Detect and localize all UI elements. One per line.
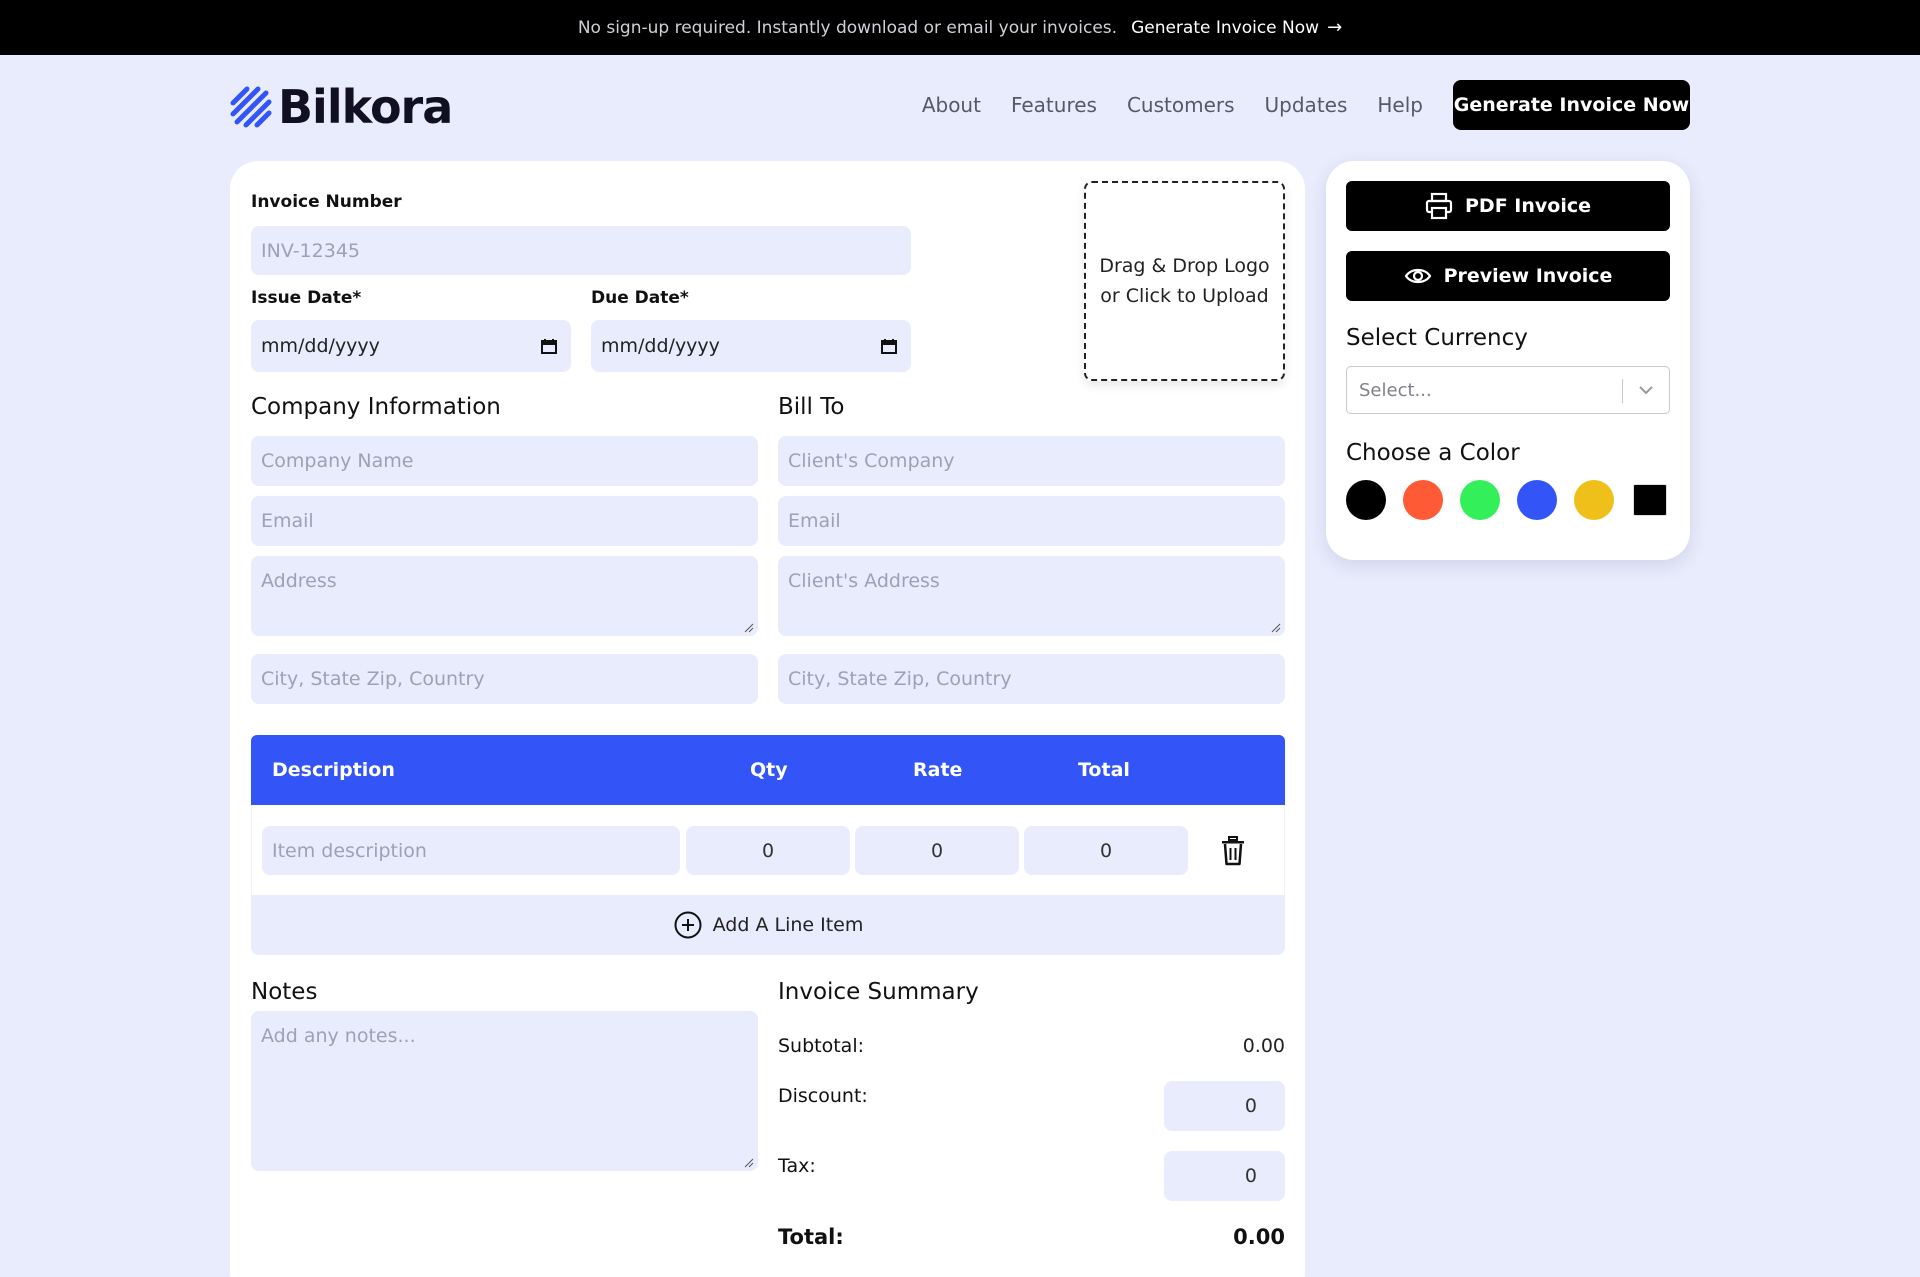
currency-select-placeholder: Select... bbox=[1359, 379, 1432, 401]
chevron-down-icon[interactable] bbox=[1637, 381, 1655, 399]
client-email-placeholder: Email bbox=[788, 510, 841, 532]
due-date-label: Due Date* bbox=[591, 288, 689, 308]
client-email-input[interactable]: Email bbox=[778, 496, 1285, 546]
company-info-heading: Company Information bbox=[251, 394, 501, 420]
eye-icon bbox=[1404, 268, 1431, 284]
nav-link-help[interactable]: Help bbox=[1377, 93, 1423, 117]
client-address-placeholder: Client's Address bbox=[788, 570, 940, 592]
issue-date-input[interactable]: mm/dd/yyyy bbox=[251, 320, 571, 372]
item-description-input[interactable]: Item description bbox=[262, 826, 680, 875]
issue-date-placeholder: mm/dd/yyyy bbox=[261, 335, 380, 357]
brand-logo[interactable]: Bilkora bbox=[230, 80, 453, 134]
notes-heading: Notes bbox=[251, 979, 318, 1005]
notes-placeholder: Add any notes... bbox=[261, 1025, 416, 1047]
item-description-placeholder: Item description bbox=[272, 839, 427, 862]
announcement-cta-link[interactable]: Generate Invoice Now → bbox=[1131, 17, 1342, 38]
total-label: Total: bbox=[778, 1225, 844, 1249]
announcement-cta-label: Generate Invoice Now bbox=[1131, 17, 1320, 38]
item-rate-input[interactable]: 0 bbox=[855, 826, 1019, 875]
item-total-value: 0 bbox=[1099, 839, 1113, 862]
tax-input[interactable]: 0 bbox=[1164, 1151, 1285, 1201]
plus-circle-icon bbox=[674, 911, 702, 939]
logo-upload-text: Drag & Drop Logo or Click to Upload bbox=[1099, 255, 1270, 307]
discount-input[interactable]: 0 bbox=[1164, 1081, 1285, 1131]
invoice-number-label: Invoice Number bbox=[251, 192, 402, 212]
client-city-input[interactable]: City, State Zip, Country bbox=[778, 654, 1285, 704]
column-header-total: Total bbox=[1078, 759, 1130, 781]
nav-link-features[interactable]: Features bbox=[1011, 93, 1097, 117]
item-qty-input[interactable]: 0 bbox=[686, 826, 850, 875]
arrow-right-icon: → bbox=[1327, 17, 1343, 38]
company-email-placeholder: Email bbox=[261, 510, 314, 532]
issue-date-label: Issue Date* bbox=[251, 288, 362, 308]
company-city-placeholder: City, State Zip, Country bbox=[261, 668, 485, 690]
discount-label: Discount: bbox=[778, 1085, 868, 1107]
announcement-bar: No sign-up required. Instantly download … bbox=[0, 0, 1920, 55]
color-swatch-black[interactable] bbox=[1346, 480, 1386, 520]
striped-diamond-logo-icon bbox=[230, 86, 272, 128]
column-header-qty: Qty bbox=[750, 759, 788, 781]
company-email-input[interactable]: Email bbox=[251, 496, 758, 546]
invoice-summary-heading: Invoice Summary bbox=[778, 979, 979, 1005]
select-currency-heading: Select Currency bbox=[1346, 325, 1528, 351]
logo-upload-dropzone[interactable]: Drag & Drop Logo or Click to Upload bbox=[1084, 181, 1285, 381]
item-total-field: 0 bbox=[1024, 826, 1188, 875]
nav-link-updates[interactable]: Updates bbox=[1265, 93, 1348, 117]
client-company-placeholder: Client's Company bbox=[788, 450, 955, 472]
announcement-text: No sign-up required. Instantly download … bbox=[577, 17, 1118, 38]
subtotal-value: 0.00 bbox=[1242, 1035, 1285, 1057]
add-line-item-button[interactable]: Add A Line Item bbox=[251, 895, 1285, 955]
client-city-placeholder: City, State Zip, Country bbox=[788, 668, 1012, 690]
trash-icon[interactable] bbox=[1220, 836, 1246, 866]
item-qty-value: 0 bbox=[761, 839, 775, 862]
company-address-textarea[interactable]: Address bbox=[251, 556, 758, 636]
due-date-input[interactable]: mm/dd/yyyy bbox=[591, 320, 911, 372]
custom-color-picker[interactable] bbox=[1633, 484, 1667, 516]
company-name-input[interactable]: Company Name bbox=[251, 436, 758, 486]
color-swatch-orange[interactable] bbox=[1403, 480, 1443, 520]
color-swatch-blue[interactable] bbox=[1517, 480, 1557, 520]
company-address-placeholder: Address bbox=[261, 570, 337, 592]
resize-handle-icon[interactable] bbox=[744, 1158, 754, 1168]
preview-invoice-button[interactable]: Preview Invoice bbox=[1346, 251, 1670, 301]
company-city-input[interactable]: City, State Zip, Country bbox=[251, 654, 758, 704]
client-company-input[interactable]: Client's Company bbox=[778, 436, 1285, 486]
nav-link-customers[interactable]: Customers bbox=[1127, 93, 1235, 117]
pdf-invoice-button[interactable]: PDF Invoice bbox=[1346, 181, 1670, 231]
preview-invoice-label: Preview Invoice bbox=[1443, 265, 1613, 287]
add-line-item-label: Add A Line Item bbox=[712, 914, 864, 936]
invoice-number-placeholder: INV-12345 bbox=[261, 239, 360, 262]
total-value: 0.00 bbox=[1233, 1225, 1285, 1249]
subtotal-label: Subtotal: bbox=[778, 1035, 865, 1057]
color-swatch-green[interactable] bbox=[1460, 480, 1500, 520]
pdf-invoice-label: PDF Invoice bbox=[1465, 195, 1591, 217]
calendar-icon[interactable] bbox=[881, 338, 897, 354]
printer-icon bbox=[1425, 192, 1453, 220]
notes-textarea[interactable]: Add any notes... bbox=[251, 1011, 758, 1171]
due-date-placeholder: mm/dd/yyyy bbox=[601, 335, 720, 357]
tax-value: 0 bbox=[1244, 1165, 1257, 1187]
brand-name: Bilkora bbox=[278, 80, 453, 134]
client-address-textarea[interactable]: Client's Address bbox=[778, 556, 1285, 636]
main-nav: About Features Customers Updates Help Ge… bbox=[922, 80, 1690, 130]
bill-to-heading: Bill To bbox=[778, 394, 845, 420]
column-header-rate: Rate bbox=[913, 759, 963, 781]
column-header-description: Description bbox=[272, 759, 395, 781]
tax-label: Tax: bbox=[778, 1155, 816, 1177]
choose-color-heading: Choose a Color bbox=[1346, 440, 1520, 466]
currency-select[interactable]: Select... bbox=[1346, 366, 1670, 414]
select-divider bbox=[1622, 379, 1623, 403]
nav-link-about[interactable]: About bbox=[922, 93, 981, 117]
item-rate-value: 0 bbox=[930, 839, 944, 862]
resize-handle-icon[interactable] bbox=[744, 623, 754, 633]
color-swatch-yellow[interactable] bbox=[1574, 480, 1614, 520]
line-items-header: Description Qty Rate Total bbox=[251, 735, 1285, 805]
calendar-icon[interactable] bbox=[541, 338, 557, 354]
discount-value: 0 bbox=[1244, 1095, 1257, 1117]
generate-invoice-button[interactable]: Generate Invoice Now bbox=[1453, 80, 1690, 130]
invoice-number-input[interactable]: INV-12345 bbox=[251, 226, 911, 275]
resize-handle-icon[interactable] bbox=[1271, 623, 1281, 633]
company-name-placeholder: Company Name bbox=[261, 450, 414, 472]
